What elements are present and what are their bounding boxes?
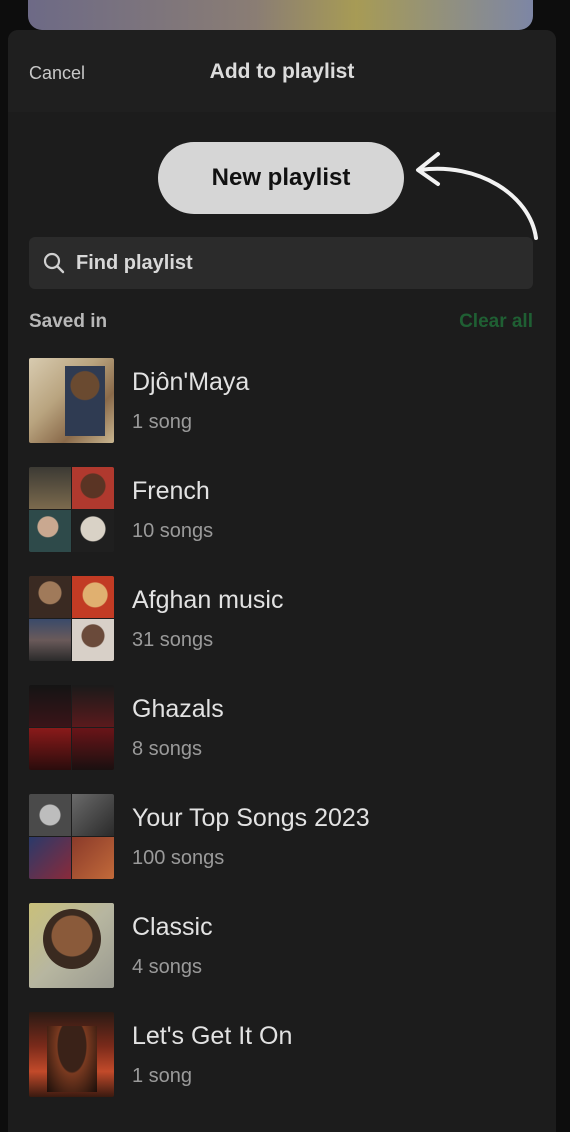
playlist-name: Let's Get It On bbox=[132, 1022, 293, 1050]
playlist-row-your-top-songs-2023[interactable]: Your Top Songs 2023 100 songs bbox=[8, 794, 556, 903]
playlist-name: Your Top Songs 2023 bbox=[132, 804, 370, 832]
playlist-name: Ghazals bbox=[132, 695, 224, 723]
playlist-cover bbox=[29, 358, 114, 443]
playlist-name: Classic bbox=[132, 913, 213, 941]
search-icon bbox=[43, 252, 65, 274]
sheet-header: Cancel Add to playlist bbox=[8, 30, 556, 112]
playlist-song-count: 8 songs bbox=[132, 738, 203, 760]
playlist-name: Djôn'Maya bbox=[132, 368, 250, 396]
background-album-card bbox=[28, 0, 533, 30]
playlist-cover bbox=[29, 576, 114, 661]
playlist-cover bbox=[29, 794, 114, 879]
playlist-cover bbox=[29, 1012, 114, 1097]
playlist-song-count: 1 song bbox=[132, 1065, 193, 1087]
add-to-playlist-sheet: Cancel Add to playlist New playlist Save… bbox=[8, 30, 556, 1132]
playlist-song-count: 31 songs bbox=[132, 629, 214, 651]
saved-in-label: Saved in bbox=[29, 311, 108, 332]
playlist-cover bbox=[29, 467, 114, 552]
playlist-row-afghan-music[interactable]: Afghan music 31 songs bbox=[8, 576, 556, 685]
playlist-name: French bbox=[132, 477, 210, 505]
playlist-row-french[interactable]: French 10 songs bbox=[8, 467, 556, 576]
playlist-list: Djôn'Maya 1 song French 10 songs Afghan … bbox=[8, 358, 556, 1121]
playlist-cover bbox=[29, 685, 114, 770]
sheet-title: Add to playlist bbox=[209, 60, 355, 83]
find-playlist-field[interactable] bbox=[29, 237, 533, 289]
playlist-row-ghazals[interactable]: Ghazals 8 songs bbox=[8, 685, 556, 794]
playlist-row-classic[interactable]: Classic 4 songs bbox=[8, 903, 556, 1012]
playlist-row-lets-get-it-on[interactable]: Let's Get It On 1 song bbox=[8, 1012, 556, 1121]
playlist-song-count: 10 songs bbox=[132, 520, 214, 542]
playlist-song-count: 4 songs bbox=[132, 956, 203, 978]
playlist-name: Afghan music bbox=[132, 586, 284, 614]
hand-drawn-arrow-icon bbox=[416, 152, 538, 240]
find-playlist-input[interactable] bbox=[74, 250, 518, 276]
playlist-row-djon-maya[interactable]: Djôn'Maya 1 song bbox=[8, 358, 556, 467]
playlist-song-count: 100 songs bbox=[132, 847, 225, 869]
playlist-song-count: 1 song bbox=[132, 411, 193, 433]
playlist-cover bbox=[29, 903, 114, 988]
clear-all-button[interactable]: Clear all bbox=[459, 311, 533, 333]
new-playlist-button[interactable]: New playlist bbox=[158, 142, 404, 214]
